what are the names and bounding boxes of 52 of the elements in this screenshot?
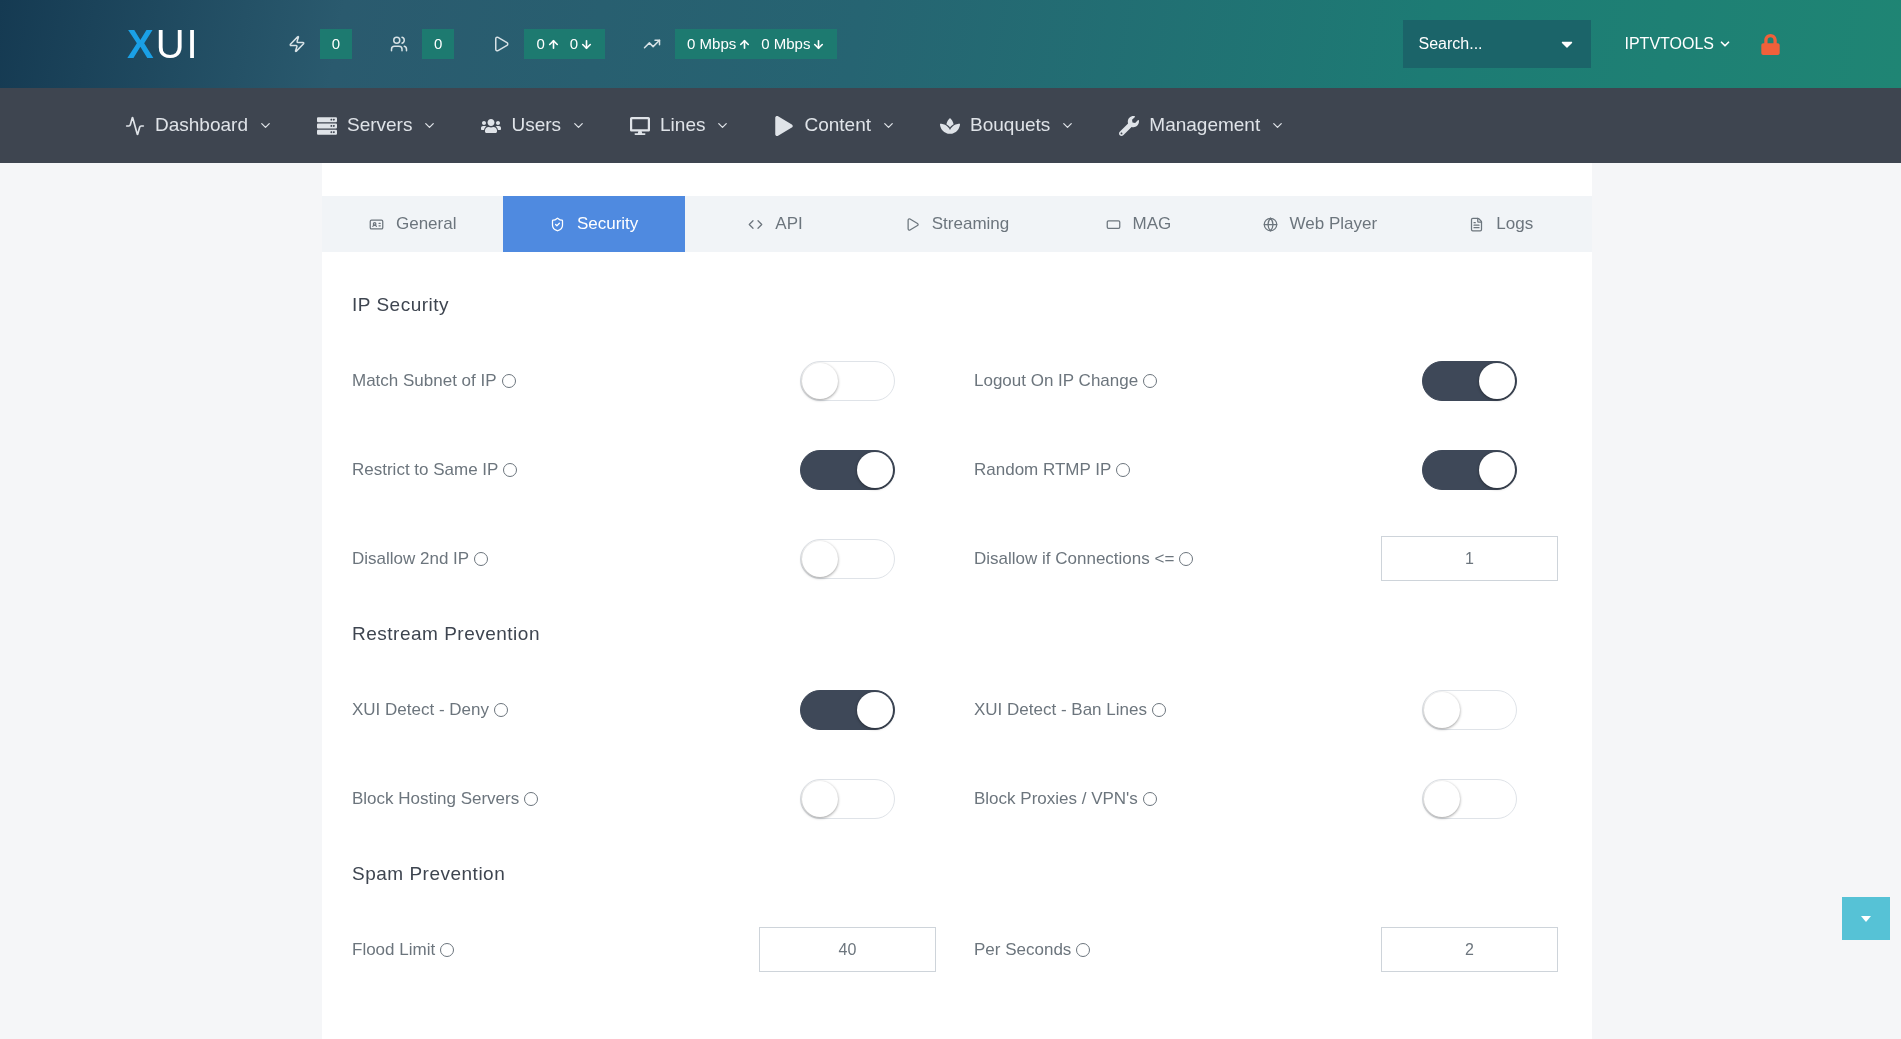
toggle-switch[interactable]: [800, 689, 895, 730]
toggle-switch[interactable]: [1422, 360, 1517, 401]
section-title: IP Security: [352, 292, 450, 317]
tab[interactable]: General: [322, 196, 504, 252]
up-arrow-icon: [546, 37, 560, 51]
down-arrow-icon: [812, 37, 826, 51]
tab[interactable]: Logs: [1410, 196, 1592, 252]
section-title: Restream Prevention: [352, 621, 540, 646]
stat-counter: 0 0: [524, 29, 606, 59]
down-arrow-icon: [580, 37, 594, 51]
toggle-switch[interactable]: [1422, 449, 1517, 490]
nav-menu-item[interactable]: Bouquets: [940, 111, 1076, 140]
input-field[interactable]: 2: [1381, 927, 1558, 972]
input-field[interactable]: 40: [759, 927, 936, 972]
stat-icon: [287, 35, 306, 53]
field-label: Match Subnet of IP: [352, 369, 497, 392]
stat-counter: 0: [422, 29, 455, 59]
field-label: Random RTMP IP: [974, 458, 1112, 481]
field-label: Disallow 2nd IP: [352, 547, 470, 570]
field-label: Logout On IP Change: [974, 369, 1139, 392]
nav-menu-item[interactable]: Lines: [630, 111, 731, 140]
caret-icon: [1861, 915, 1871, 922]
nav-menu-item[interactable]: Users: [481, 111, 587, 140]
field-label: Per Seconds: [974, 938, 1072, 961]
field-label: XUI Detect - Deny: [352, 698, 489, 721]
toggle-switch[interactable]: [800, 449, 895, 490]
field-label: Block Hosting Servers: [352, 787, 520, 810]
user-menu[interactable]: IPTVTOOLS: [1624, 32, 1732, 56]
search-field[interactable]: Search...: [1403, 20, 1592, 68]
tab[interactable]: Web Player: [1229, 196, 1411, 252]
tab[interactable]: Security: [503, 196, 685, 252]
field-label: Restrict to Same IP: [352, 458, 499, 481]
stat-icon: [390, 35, 409, 53]
logo[interactable]: XUI: [127, 24, 200, 64]
tab[interactable]: API: [684, 196, 867, 252]
field-label: Block Proxies / VPN's: [974, 787, 1138, 810]
field-label: Flood Limit: [352, 938, 436, 961]
tab[interactable]: MAG: [1047, 196, 1230, 252]
tab[interactable]: Streaming: [866, 196, 1048, 252]
nav-menu-item[interactable]: Management: [1119, 111, 1286, 140]
servers-icon: [316, 115, 337, 136]
section-title: Spam Prevention: [352, 861, 506, 886]
up-arrow-icon: [738, 37, 752, 51]
nav-menu-item[interactable]: Content: [774, 111, 896, 140]
nav-menu-item[interactable]: Dashboard: [125, 111, 273, 140]
field-label: XUI Detect - Ban Lines: [974, 698, 1147, 721]
nav-menu-item[interactable]: Servers: [316, 111, 438, 140]
stat-counter: 0: [319, 29, 353, 59]
field-label: Disallow if Connections <=: [974, 547, 1175, 570]
input-field[interactable]: 1: [1381, 536, 1558, 581]
stat-counter: 0 Mbps 0 Mbps: [675, 29, 838, 59]
stat-icon: [492, 35, 511, 53]
